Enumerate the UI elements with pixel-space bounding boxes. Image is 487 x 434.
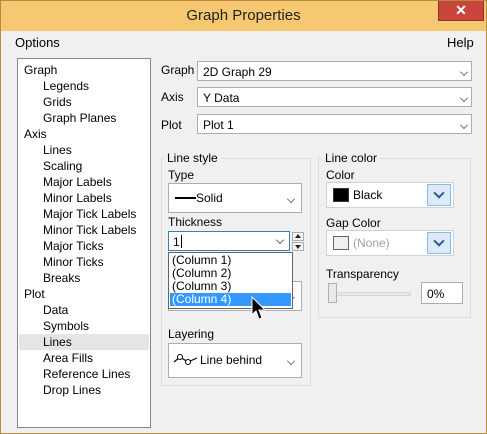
tree-item-major-ticks[interactable]: Major Ticks (43, 238, 104, 254)
graph-select[interactable]: 2D Graph 29 (197, 61, 472, 81)
thickness-spin-down[interactable] (292, 242, 304, 251)
type-label: Type (168, 168, 195, 182)
color-label: Color (326, 168, 355, 182)
arrow-up-icon (295, 234, 301, 238)
tree-item-symbols[interactable]: Symbols (43, 318, 89, 334)
tree-item-minor-ticks[interactable]: Minor Ticks (43, 254, 104, 270)
chevron-down-icon (433, 187, 445, 199)
chevron-down-icon (433, 235, 445, 247)
chevron-down-icon (460, 121, 468, 129)
line-behind-icon (173, 354, 198, 365)
window-title: Graph Properties (186, 7, 301, 24)
tree-item-breaks[interactable]: Breaks (43, 270, 80, 286)
type-select[interactable]: Solid (168, 183, 302, 213)
dropdown-option-column-4[interactable]: (Column 4) (170, 293, 291, 306)
color-dropdown-button[interactable] (427, 184, 451, 206)
chevron-down-icon (460, 68, 468, 76)
thickness-dropdown-list[interactable]: (Column 1) (Column 2) (Column 3) (Column… (168, 252, 293, 309)
thickness-label: Thickness (168, 215, 223, 229)
gap-color-dropdown-button[interactable] (427, 232, 451, 254)
chevron-down-icon (460, 94, 468, 102)
transparency-value: 0% (427, 287, 445, 301)
menu-options[interactable]: Options (15, 35, 60, 50)
thickness-spin-up[interactable] (292, 232, 304, 241)
axis-select-value: Y Data (203, 91, 240, 105)
layering-select[interactable]: Line behind (168, 343, 302, 378)
graph-select-value: 2D Graph 29 (203, 65, 272, 79)
arrow-down-icon (295, 245, 301, 249)
menu-bar: Options Help (1, 31, 486, 52)
solid-line-icon (175, 197, 196, 199)
thickness-combo[interactable]: 1 (168, 231, 290, 251)
axis-select[interactable]: Y Data (197, 87, 472, 107)
gap-color-swatch (333, 236, 349, 250)
tree-item-data[interactable]: Data (43, 302, 68, 318)
tree-item-major-labels[interactable]: Major Labels (43, 174, 112, 190)
tree-item-legends[interactable]: Legends (43, 78, 89, 94)
color-swatch (333, 188, 349, 202)
title-bar[interactable]: Graph Properties ✕ (1, 1, 486, 31)
tree-item-axis-lines[interactable]: Lines (43, 142, 72, 158)
text-caret (181, 235, 182, 248)
color-select-value: Black (353, 188, 383, 202)
graph-label: Graph (161, 63, 195, 77)
properties-tree[interactable]: Graph Legends Grids Graph Planes Axis Li… (17, 58, 151, 428)
layering-label: Layering (168, 327, 215, 341)
plot-label: Plot (161, 118, 182, 132)
tree-item-minor-tick-labels[interactable]: Minor Tick Labels (43, 222, 136, 238)
tree-item-plot[interactable]: Plot (24, 286, 45, 302)
tree-item-drop-lines[interactable]: Drop Lines (43, 382, 101, 398)
chevron-down-icon (276, 236, 284, 244)
plot-select-value: Plot 1 (203, 118, 234, 132)
tree-item-graph[interactable]: Graph (24, 62, 57, 78)
transparency-slider-thumb[interactable] (328, 283, 337, 303)
tree-item-graph-planes[interactable]: Graph Planes (43, 110, 116, 126)
tree-item-minor-labels[interactable]: Minor Labels (43, 190, 112, 206)
axis-label: Axis (161, 90, 184, 104)
chevron-down-icon (287, 357, 295, 365)
transparency-label: Transparency (326, 267, 399, 281)
tree-item-reference-lines[interactable]: Reference Lines (43, 366, 130, 382)
close-button[interactable]: ✕ (438, 1, 484, 21)
tree-item-area-fills[interactable]: Area Fills (43, 350, 93, 366)
tree-item-grids[interactable]: Grids (43, 94, 72, 110)
transparency-slider-track[interactable] (331, 292, 411, 296)
line-style-group-title: Line style (164, 151, 221, 165)
gap-color-label: Gap Color (326, 216, 381, 230)
line-color-group-title: Line color (322, 151, 381, 165)
tree-item-axis[interactable]: Axis (24, 126, 47, 142)
type-select-value: Solid (196, 191, 223, 205)
tree-item-plot-lines[interactable]: Lines (19, 334, 149, 350)
menu-help[interactable]: Help (447, 35, 474, 50)
transparency-input[interactable]: 0% (421, 282, 463, 304)
plot-select[interactable]: Plot 1 (197, 114, 472, 134)
gap-color-select-value: (None) (353, 236, 390, 250)
thickness-input[interactable]: 1 (173, 235, 180, 249)
mouse-pointer-icon (251, 296, 267, 320)
tree-item-scaling[interactable]: Scaling (43, 158, 82, 174)
layering-select-value: Line behind (200, 353, 263, 367)
tree-item-major-tick-labels[interactable]: Major Tick Labels (43, 206, 136, 222)
graph-properties-window: Graph Properties ✕ Options Help Graph Le… (0, 0, 487, 434)
chevron-down-icon (287, 195, 295, 203)
